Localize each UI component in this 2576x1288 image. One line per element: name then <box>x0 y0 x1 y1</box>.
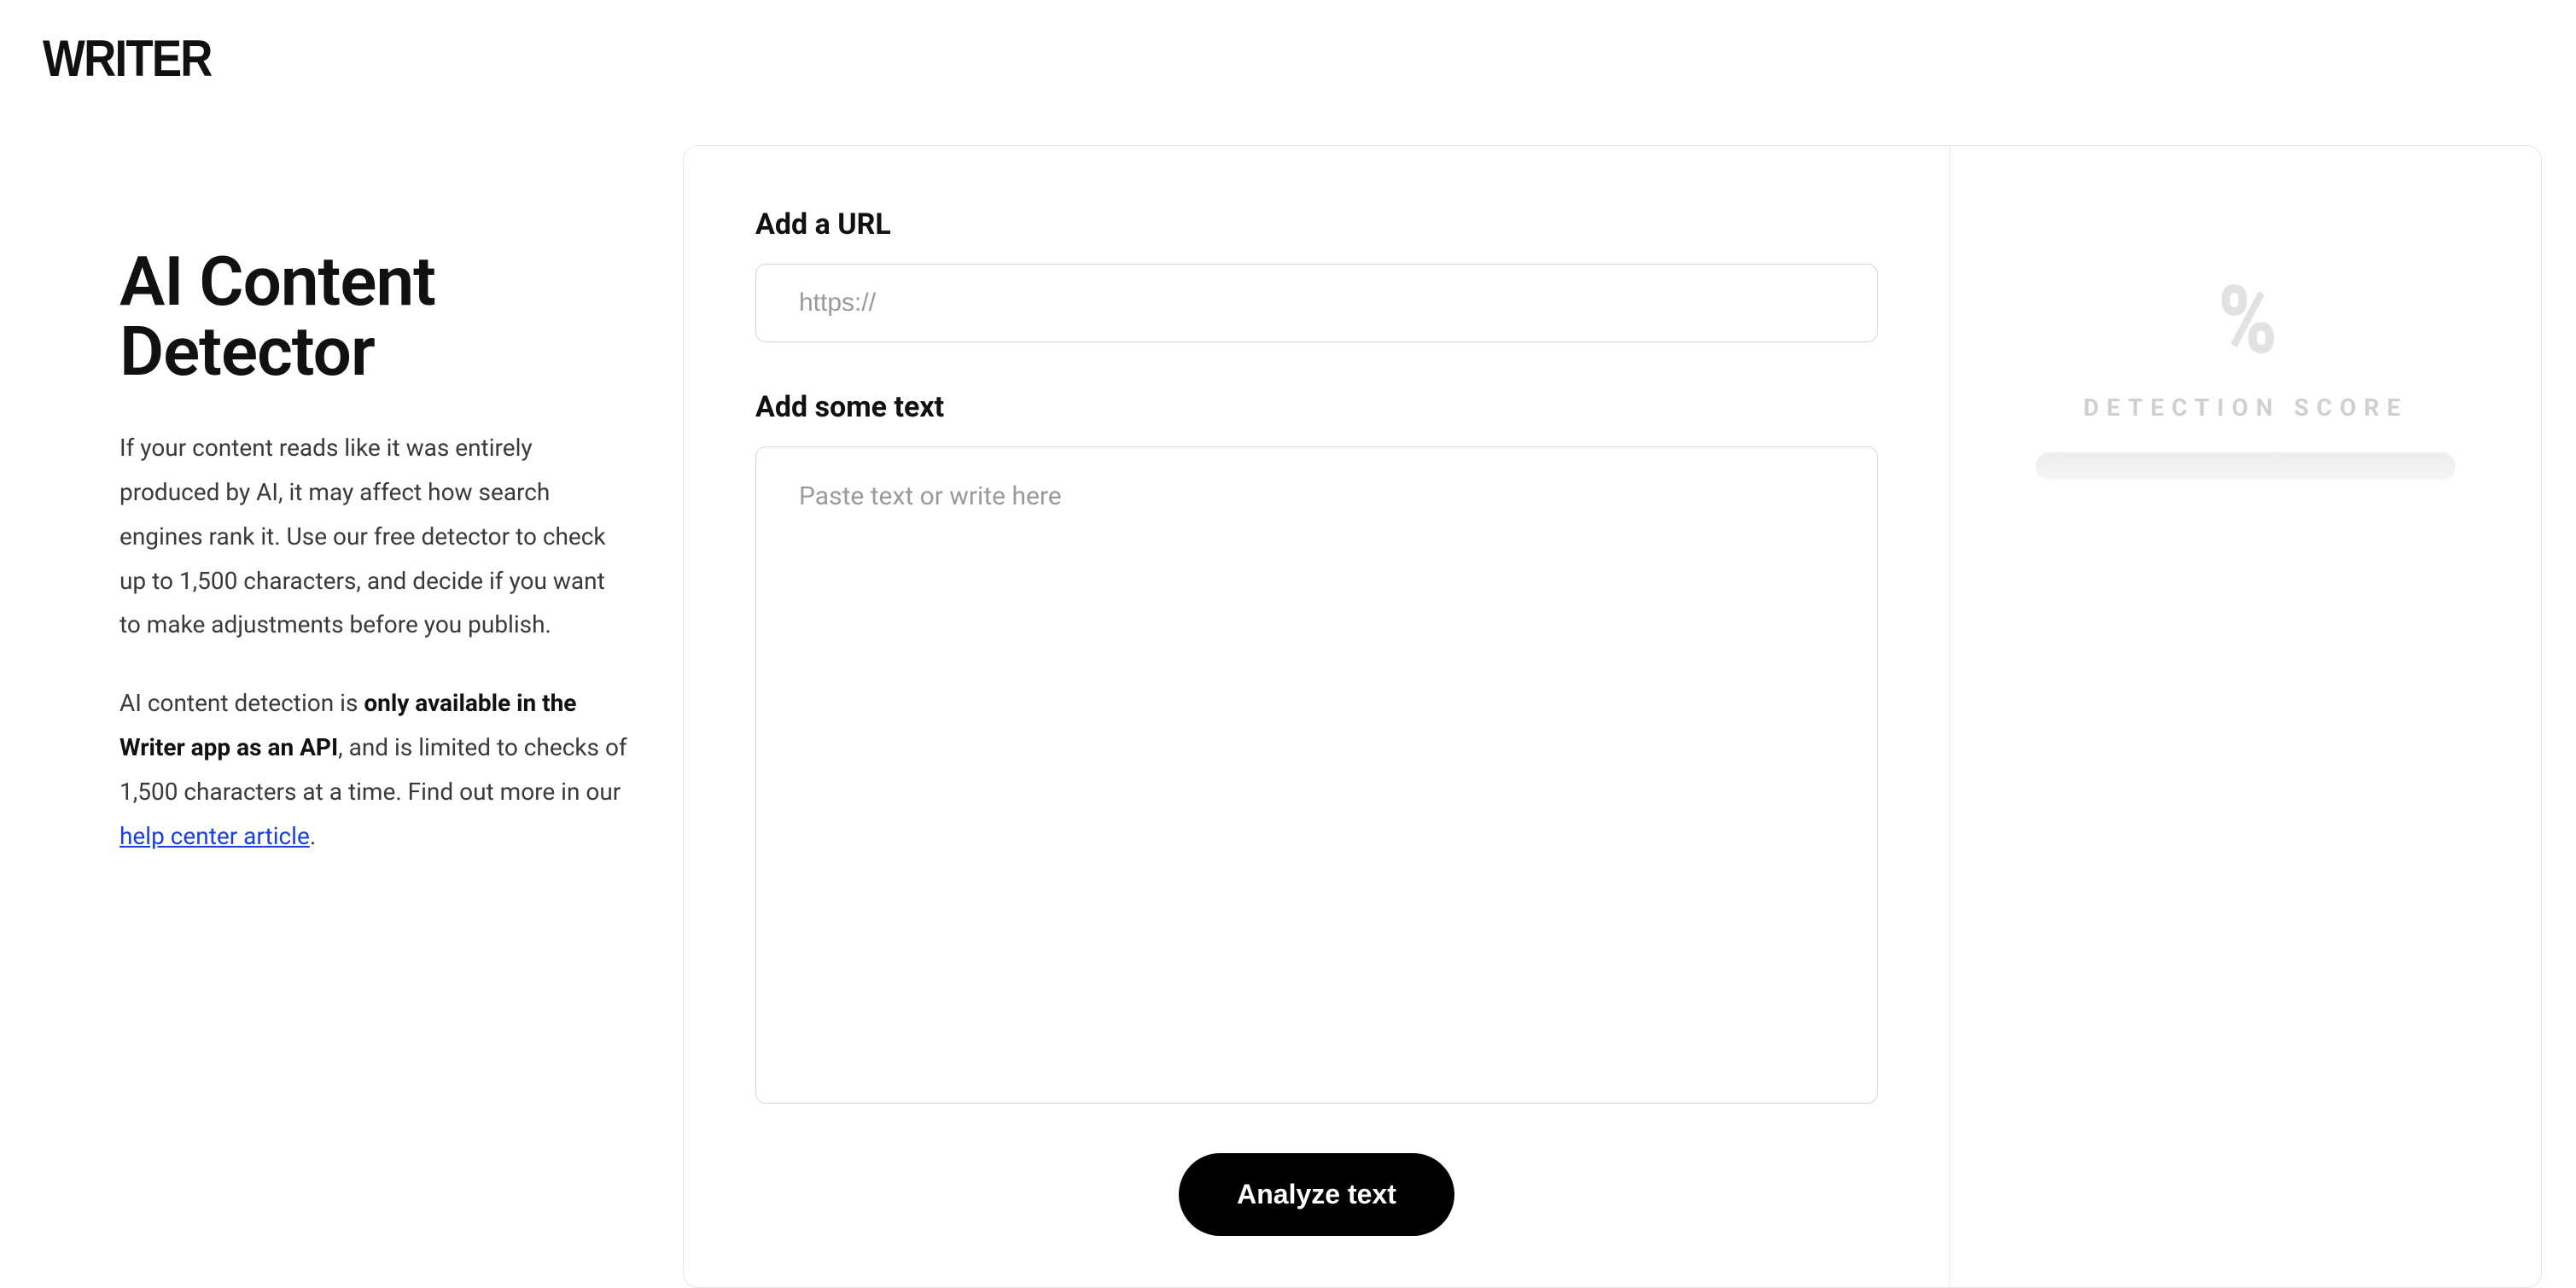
url-input[interactable] <box>755 264 1878 342</box>
intro-paragraph: If your content reads like it was entire… <box>119 426 632 647</box>
analyze-button[interactable]: Analyze text <box>1179 1153 1454 1236</box>
text-label: Add some text <box>755 390 1878 424</box>
sidebar: AI Content Detector If your content read… <box>119 145 632 1288</box>
writer-logo: WRITER <box>43 29 212 88</box>
main-container: AI Content Detector If your content read… <box>119 145 2542 1288</box>
api-note-paragraph: AI content detection is only available i… <box>119 681 632 858</box>
help-center-link[interactable]: help center article <box>119 822 310 850</box>
percent-icon: % <box>2218 274 2273 368</box>
text-input[interactable] <box>755 446 1878 1104</box>
input-form: Add a URL Add some text Analyze text <box>684 146 1950 1287</box>
page-title: AI Content Detector <box>119 248 632 387</box>
detection-score-bar <box>2036 452 2456 480</box>
score-panel: % DETECTION SCORE <box>1950 146 2541 1287</box>
api-note-suffix: . <box>310 822 316 850</box>
detector-card: Add a URL Add some text Analyze text % D… <box>683 145 2542 1288</box>
url-label: Add a URL <box>755 207 1878 242</box>
detection-score-label: DETECTION SCORE <box>2084 393 2408 422</box>
api-note-prefix: AI content detection is <box>119 689 364 717</box>
